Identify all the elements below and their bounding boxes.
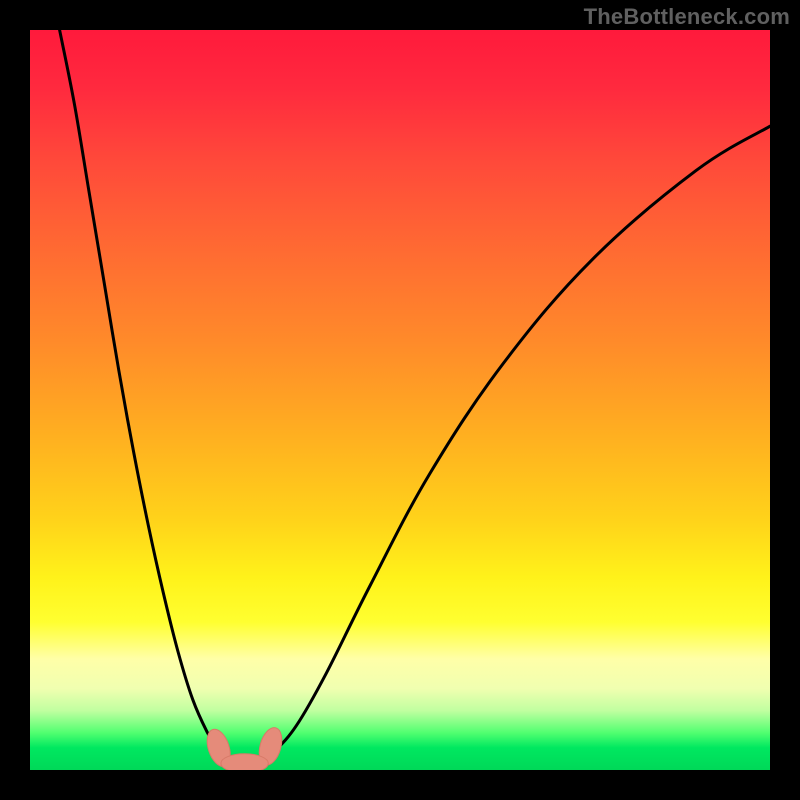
series-bottleneck-curve-left bbox=[60, 30, 234, 763]
marker-blob-bottom bbox=[221, 754, 268, 770]
plot-area bbox=[30, 30, 770, 770]
curve-layer bbox=[30, 30, 770, 770]
series-bottleneck-curve-right bbox=[259, 126, 770, 762]
watermark-text: TheBottleneck.com bbox=[584, 4, 790, 30]
chart-frame: TheBottleneck.com bbox=[0, 0, 800, 800]
